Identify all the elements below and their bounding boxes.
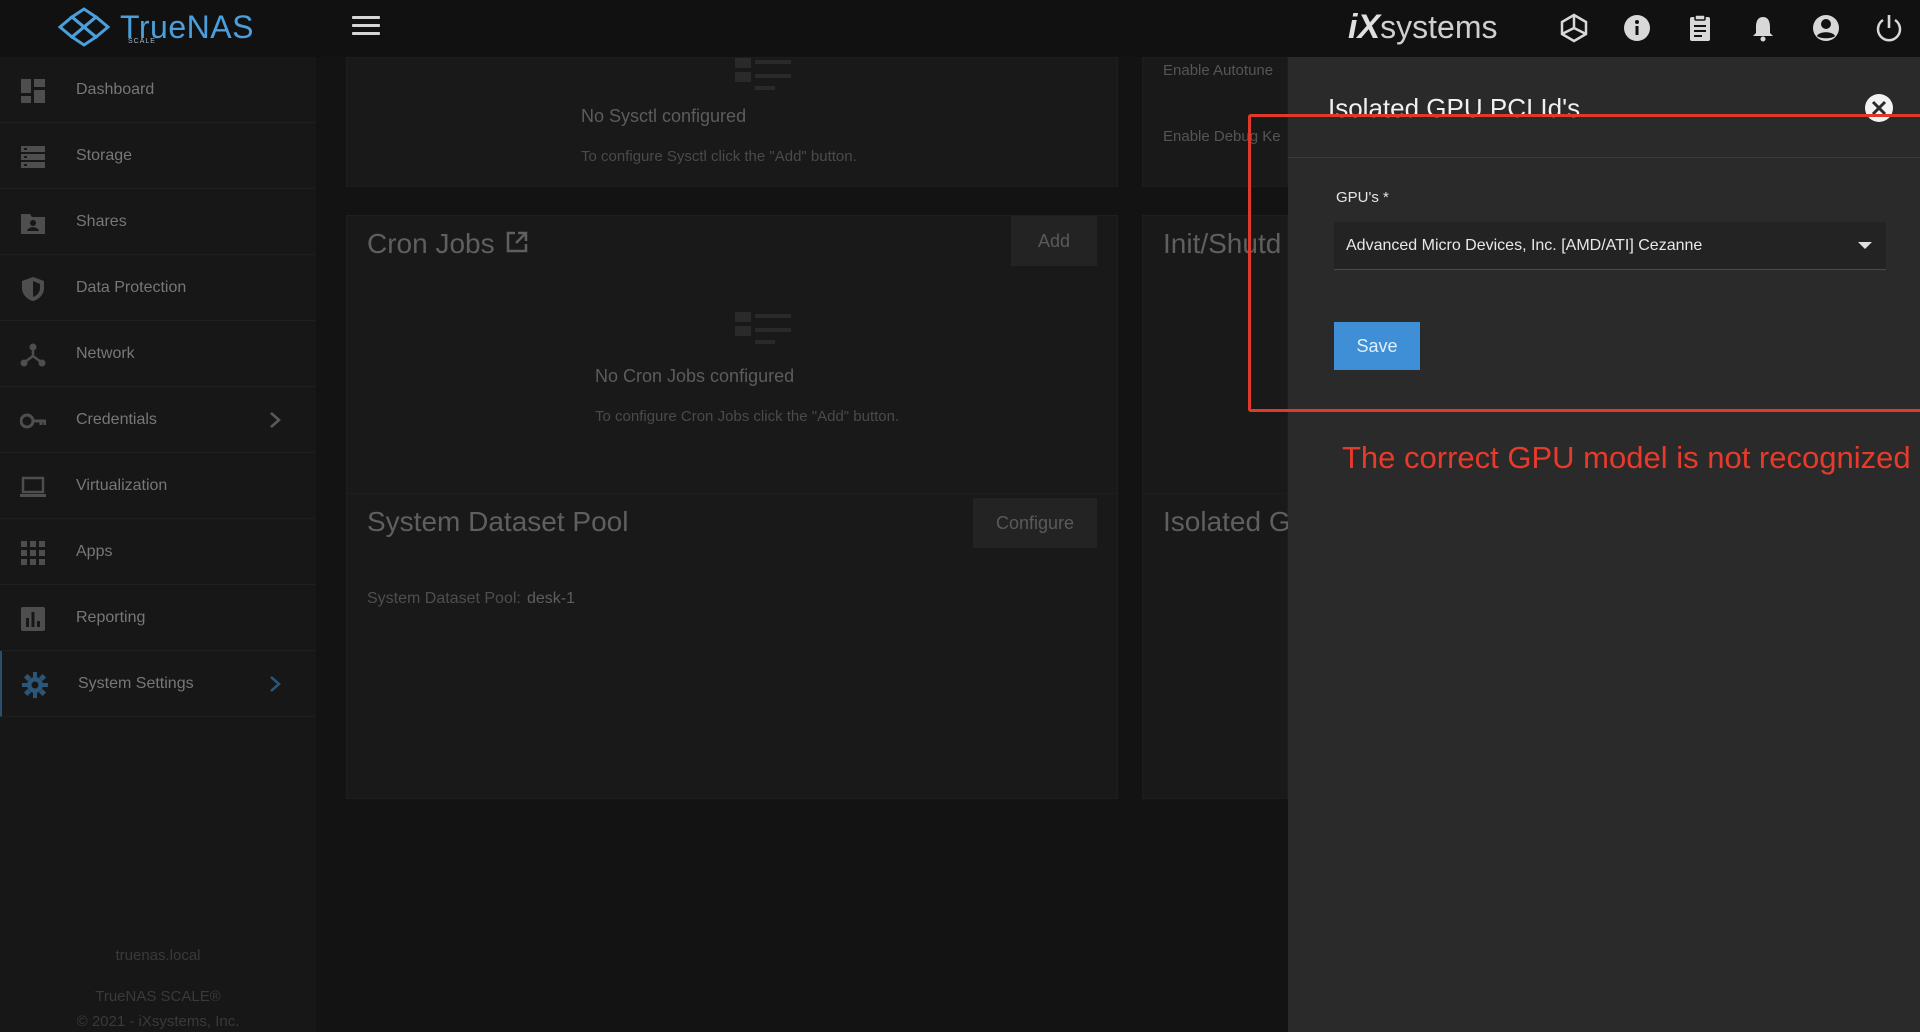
copyright: © 2021 - iXsystems, Inc. [76,1013,240,1030]
product-name: TrueNAS SCALE® [95,988,221,1005]
truenas-logo-icon [57,7,111,47]
info-icon[interactable] [1605,10,1668,46]
storage-icon [21,146,45,168]
sidebar-item-label: Virtualization [76,476,168,494]
logo-subtitle: SCALE [128,38,156,45]
sidebar-item-label: Storage [76,146,133,164]
cron-empty-text: To configure Cron Jobs click the "Add" b… [595,408,900,425]
truecommand-icon[interactable] [1542,10,1605,46]
cron-jobs-title: Cron Jobs [367,228,495,259]
panel-divider [1288,157,1920,158]
external-link-icon[interactable] [505,230,529,254]
menu-toggle-button[interactable] [352,16,380,40]
clipboard-icon[interactable] [1668,10,1731,46]
top-bar: TrueNAS SCALE iX systems [0,0,1920,57]
save-button[interactable]: Save [1334,322,1420,370]
isolated-gpu-panel: Isolated GPU PCI Id's GPU's * Advanced M… [1288,57,1920,1032]
chevron-down-icon [1858,242,1872,249]
sidebar-item-label: System Settings [78,674,194,692]
sidebar-item-storage[interactable]: Storage [0,123,316,189]
gpu-select-value: Advanced Micro Devices, Inc. [AMD/ATI] C… [1346,236,1703,254]
key-icon [20,413,46,429]
shares-icon [21,214,45,234]
debug-kernel-label: Enable Debug Ke [1163,128,1281,145]
sysctl-card: No Sysctl configured To configure Sysctl… [346,57,1118,187]
apps-grid-icon [21,541,45,565]
sidebar-item-apps[interactable]: Apps [0,519,316,585]
configure-button[interactable]: Configure [973,498,1097,548]
annotation-text: The correct GPU model is not recognized [1342,440,1911,475]
main-content: No Sysctl configured To configure Sysctl… [316,57,1291,1032]
sidebar-item-dashboard[interactable]: Dashboard [0,57,316,123]
sidebar: Dashboard Storage Shares Data Protection… [0,57,316,1032]
ixsystems-logo[interactable]: iX systems [1348,8,1497,47]
sidebar-item-label: Reporting [76,608,146,626]
autotune-label: Enable Autotune [1163,62,1274,79]
init-shutdown-title: Init/Shutd [1163,228,1282,259]
gear-icon [22,672,48,698]
empty-list-icon [735,312,791,344]
chevron-right-icon [270,412,281,428]
shield-icon [22,277,44,301]
hamburger-line [352,16,380,19]
empty-list-icon [735,58,791,90]
gpu-field-label: GPU's * [1336,189,1389,206]
hostname: truenas.local [115,947,201,964]
advanced-card: Enable Autotune Enable Debug Ke [1142,57,1288,187]
sidebar-item-data-protection[interactable]: Data Protection [0,255,316,321]
sidebar-item-network[interactable]: Network [0,321,316,387]
hamburger-line [352,24,380,27]
cron-add-button[interactable]: Add [1011,216,1097,266]
sidebar-item-label: Credentials [76,410,157,428]
system-dataset-pool-card: System Dataset Pool Configure System Dat… [346,493,1118,799]
pool-value: desk-1 [527,590,576,607]
cron-empty-title: No Cron Jobs configured [595,366,795,386]
laptop-icon [20,476,46,497]
chevron-right-icon [270,676,281,692]
sysctl-empty-title: No Sysctl configured [581,106,747,126]
sidebar-item-label: Network [76,344,135,362]
sidebar-item-shares[interactable]: Shares [0,189,316,255]
cron-jobs-card: Cron Jobs Add No Cron Jobs configured To… [346,215,1118,521]
sidebar-item-label: Dashboard [76,80,155,98]
sidebar-item-reporting[interactable]: Reporting [0,585,316,651]
hamburger-line [352,32,380,35]
sidebar-item-label: Apps [76,542,113,560]
isolated-gpu-card: Isolated G [1142,493,1291,799]
sysctl-empty-text: To configure Sysctl click the "Add" butt… [581,148,857,165]
sidebar-item-label: Data Protection [76,278,187,296]
sidebar-item-virtualization[interactable]: Virtualization [0,453,316,519]
reporting-icon [21,607,45,631]
dashboard-icon [21,79,45,103]
isolated-gpu-title: Isolated G [1163,506,1291,537]
sidebar-item-label: Shares [76,212,127,230]
panel-title: Isolated GPU PCI Id's [1328,93,1581,123]
pool-label: System Dataset Pool: [367,590,521,607]
system-dataset-pool-title: System Dataset Pool [367,506,629,537]
top-icon-bar [1542,10,1920,46]
gpu-select[interactable]: Advanced Micro Devices, Inc. [AMD/ATI] C… [1334,222,1886,270]
ix-brand: iX [1348,8,1381,46]
network-icon [20,343,46,367]
power-icon[interactable] [1857,10,1920,46]
init-shutdown-card: Init/Shutd [1142,215,1288,521]
account-icon[interactable] [1794,10,1857,46]
sidebar-item-system-settings[interactable]: System Settings [0,651,316,717]
close-icon[interactable] [1864,93,1894,123]
sidebar-item-credentials[interactable]: Credentials [0,387,316,453]
bell-icon[interactable] [1731,10,1794,46]
ix-systems-text: systems [1380,9,1498,45]
